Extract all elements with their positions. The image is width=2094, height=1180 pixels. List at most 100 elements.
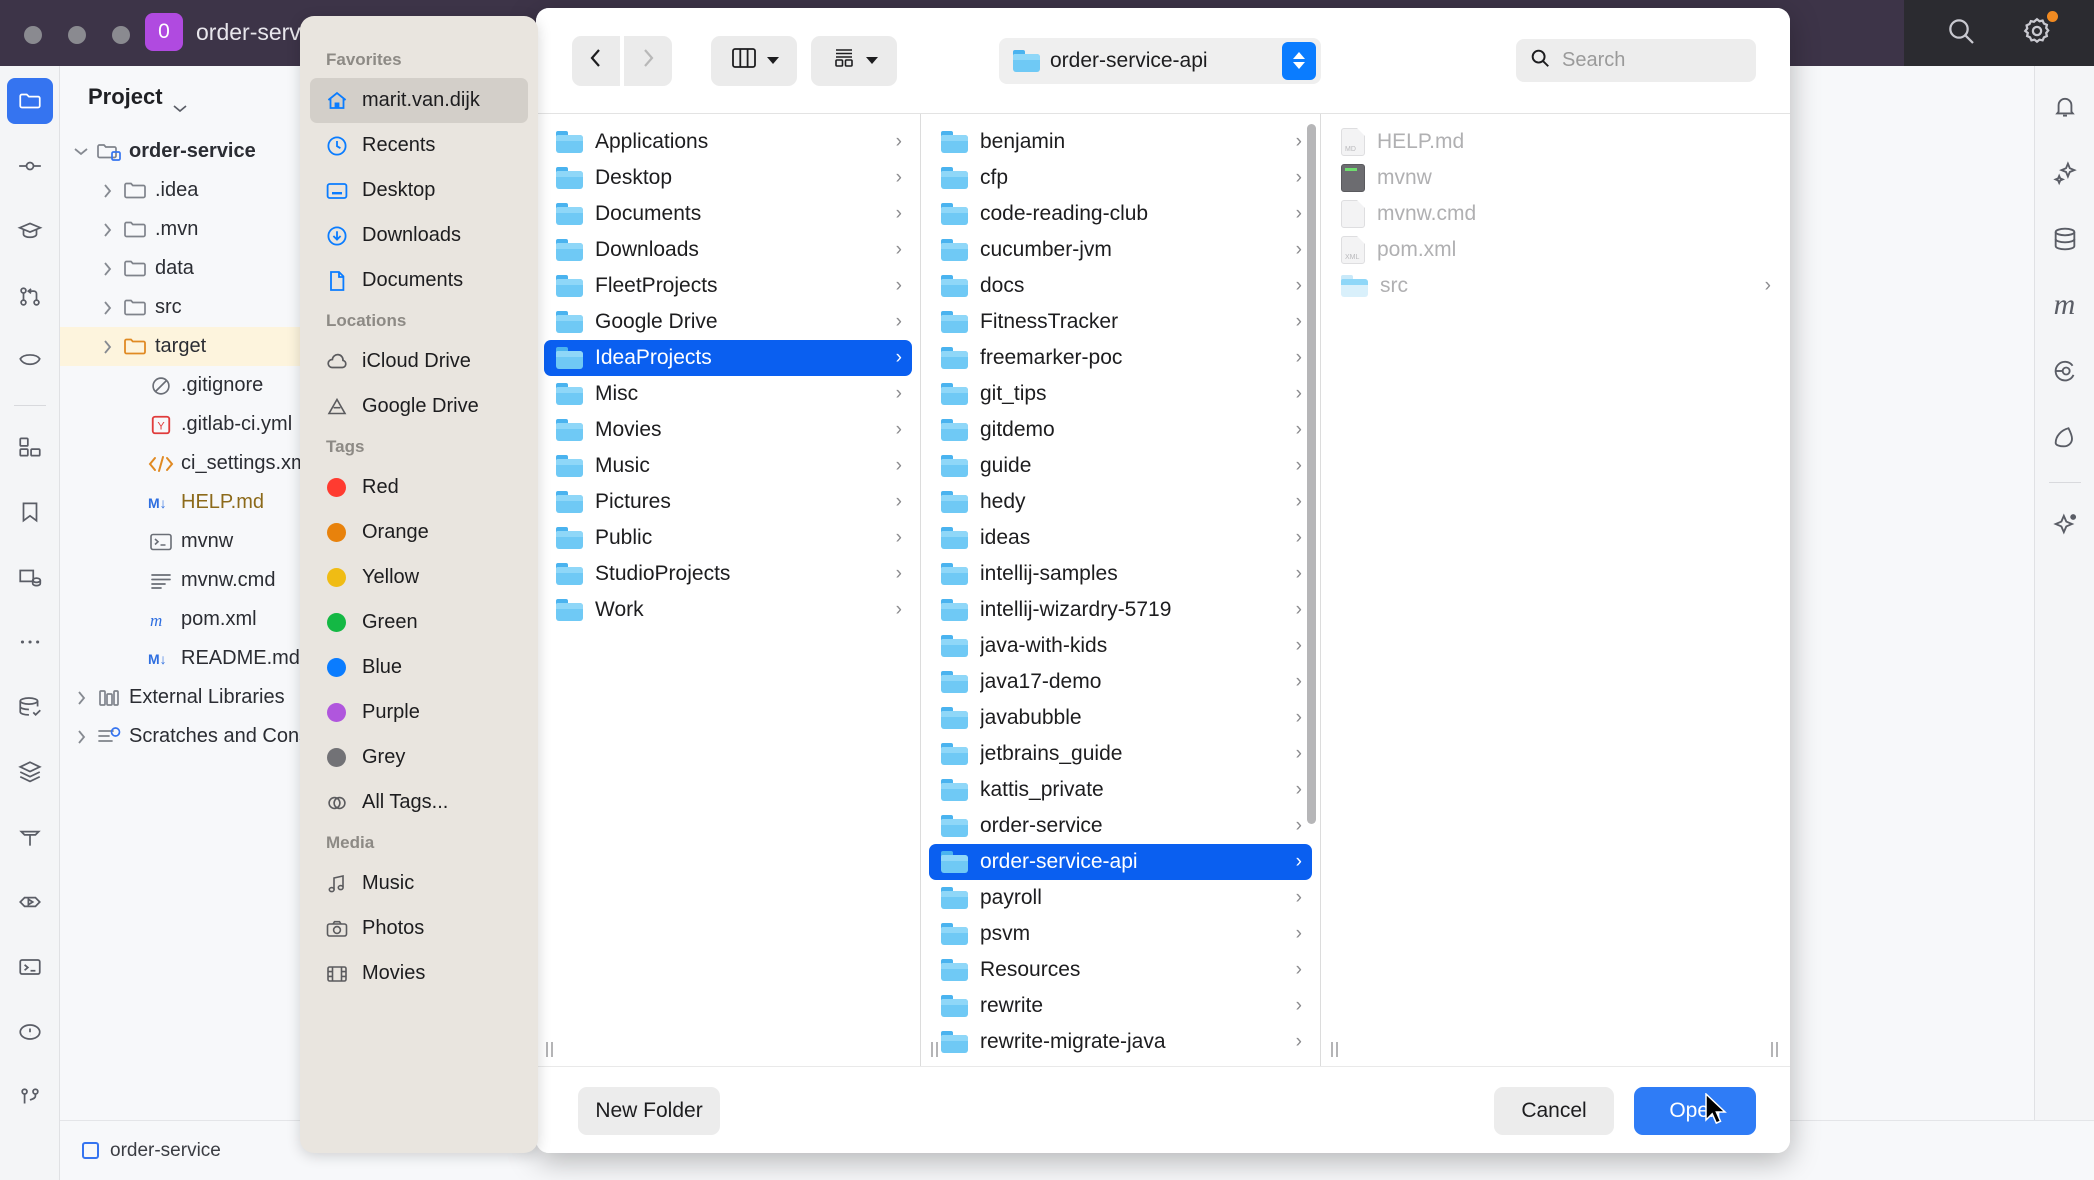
column-resize-handle[interactable] [1767, 1039, 1781, 1059]
file-row[interactable]: java-with-kids› [929, 628, 1312, 664]
file-row[interactable]: kattis_private› [929, 772, 1312, 808]
file-row[interactable]: rewrite› [929, 988, 1312, 1024]
chevron-right-icon[interactable]: › [1296, 203, 1302, 225]
chevron-right-icon[interactable]: › [1296, 311, 1302, 333]
chevron-right-icon[interactable]: › [896, 347, 902, 369]
tree-twisty-right-icon[interactable] [94, 262, 120, 276]
chevron-right-icon[interactable]: › [896, 239, 902, 261]
chevron-right-icon[interactable]: › [1296, 275, 1302, 297]
file-row[interactable]: Applications› [544, 124, 912, 160]
chevron-right-icon[interactable]: › [896, 203, 902, 225]
chevron-right-icon[interactable]: › [896, 419, 902, 441]
rail-learn-icon[interactable] [7, 208, 53, 254]
gear-icon[interactable] [2021, 15, 2053, 52]
rail-spring-leaf-icon[interactable] [2042, 414, 2088, 460]
file-row[interactable]: Public› [544, 520, 912, 556]
file-row[interactable]: code-reading-club› [929, 196, 1312, 232]
chevron-right-icon[interactable]: › [896, 491, 902, 513]
file-row[interactable]: FitnessTracker› [929, 304, 1312, 340]
chevron-right-icon[interactable]: › [1296, 995, 1302, 1017]
file-row[interactable]: mvnw [1329, 160, 1781, 196]
rail-cucumber-icon[interactable] [7, 338, 53, 384]
file-row[interactable]: git_tips› [929, 376, 1312, 412]
file-row[interactable]: cfp› [929, 160, 1312, 196]
rail-notifications-bell-icon[interactable] [2042, 84, 2088, 130]
view-mode-button[interactable] [711, 36, 797, 86]
chevron-right-icon[interactable]: › [1296, 419, 1302, 441]
file-row[interactable]: rewrite-migrate-java› [929, 1024, 1312, 1060]
tree-twisty-right-icon[interactable] [68, 691, 94, 705]
file-row[interactable]: order-service› [929, 808, 1312, 844]
tree-twisty-right-icon[interactable] [94, 223, 120, 237]
chevron-right-icon[interactable]: › [1296, 815, 1302, 837]
file-row[interactable]: MDHELP.md [1329, 124, 1781, 160]
file-row[interactable]: order-service-api› [929, 844, 1312, 880]
file-row[interactable]: java17-demo› [929, 664, 1312, 700]
chevron-right-icon[interactable]: › [1296, 563, 1302, 585]
sidebar-item-red[interactable]: Red [310, 465, 528, 510]
zoom-window-button[interactable] [112, 26, 130, 44]
chevron-right-icon[interactable]: › [896, 275, 902, 297]
group-by-button[interactable] [811, 36, 897, 86]
file-row[interactable]: intellij-samples› [929, 556, 1312, 592]
sidebar-item-desktop[interactable]: Desktop [310, 168, 528, 213]
file-row[interactable]: Desktop› [544, 160, 912, 196]
chevron-right-icon[interactable]: › [896, 131, 902, 153]
close-window-button[interactable] [24, 26, 42, 44]
file-row[interactable]: Downloads› [544, 232, 912, 268]
current-folder-popup[interactable]: order-service-api [999, 38, 1321, 84]
rail-build-icon[interactable] [7, 814, 53, 860]
sidebar-item-photos[interactable]: Photos [310, 906, 528, 951]
file-row[interactable]: cucumber-jvm› [929, 232, 1312, 268]
sidebar-item-all-tags[interactable]: All Tags... [310, 780, 528, 825]
sidebar-item-marit-van-dijk[interactable]: marit.van.dijk [310, 78, 528, 123]
project-tab-title[interactable]: order-servi [196, 19, 306, 46]
file-row[interactable]: ideas› [929, 520, 1312, 556]
tree-twisty-right-icon[interactable] [94, 184, 120, 198]
rail-maven-m-icon[interactable]: m [2042, 282, 2088, 328]
chevron-right-icon[interactable]: › [1296, 383, 1302, 405]
chevron-right-icon[interactable]: › [1296, 1031, 1302, 1053]
rail-ai-sparkle-icon[interactable] [2042, 150, 2088, 196]
file-row[interactable]: FleetProjects› [544, 268, 912, 304]
sidebar-item-movies[interactable]: Movies [310, 951, 528, 996]
rail-git-icon[interactable] [7, 1074, 53, 1120]
chevron-right-icon[interactable]: › [1296, 923, 1302, 945]
sidebar-item-purple[interactable]: Purple [310, 690, 528, 735]
rail-problems-icon[interactable] [7, 1009, 53, 1055]
file-row[interactable]: freemarker-poc› [929, 340, 1312, 376]
cancel-button[interactable]: Cancel [1494, 1087, 1614, 1135]
tree-twisty-right-icon[interactable] [68, 730, 94, 744]
sidebar-item-green[interactable]: Green [310, 600, 528, 645]
chevron-right-icon[interactable]: › [1296, 599, 1302, 621]
file-row[interactable]: Movies› [544, 412, 912, 448]
file-row[interactable]: Resources› [929, 952, 1312, 988]
sidebar-item-downloads[interactable]: Downloads [310, 213, 528, 258]
file-row[interactable]: javabubble› [929, 700, 1312, 736]
chevron-right-icon[interactable]: › [896, 383, 902, 405]
rail-ai-assistant-icon[interactable] [2042, 501, 2088, 547]
rail-endpoints-icon[interactable] [7, 554, 53, 600]
chevron-right-icon[interactable]: › [896, 599, 902, 621]
sidebar-item-documents[interactable]: Documents [310, 258, 528, 303]
file-row[interactable]: Pictures› [544, 484, 912, 520]
column-resize-handle[interactable] [1327, 1039, 1341, 1059]
new-folder-button[interactable]: New Folder [578, 1087, 720, 1135]
rail-commit-icon[interactable] [7, 143, 53, 189]
sidebar-item-recents[interactable]: Recents [310, 123, 528, 168]
tree-twisty-right-icon[interactable] [94, 301, 120, 315]
rail-terminal-icon[interactable] [7, 944, 53, 990]
open-button[interactable]: Open [1634, 1087, 1756, 1135]
file-row[interactable]: psvm› [929, 916, 1312, 952]
rail-more-tools-icon[interactable] [7, 619, 53, 665]
chevron-right-icon[interactable]: › [1296, 851, 1302, 873]
rail-database-check-icon[interactable] [7, 684, 53, 730]
back-button[interactable] [572, 36, 620, 86]
chevron-right-icon[interactable]: › [896, 563, 902, 585]
chevron-right-icon[interactable]: › [1296, 491, 1302, 513]
file-row[interactable]: Music› [544, 448, 912, 484]
rail-structure-icon[interactable] [7, 424, 53, 470]
sidebar-item-blue[interactable]: Blue [310, 645, 528, 690]
chevron-right-icon[interactable]: › [896, 527, 902, 549]
chevron-right-icon[interactable]: › [1296, 455, 1302, 477]
